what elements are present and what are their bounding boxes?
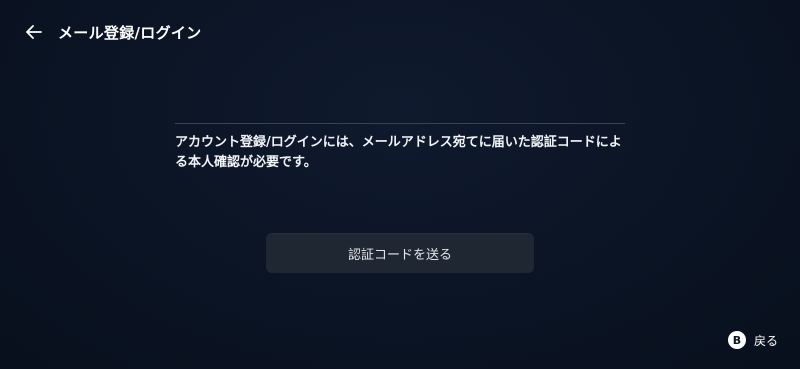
back-label: 戻る [753, 333, 778, 348]
divider [175, 123, 625, 124]
back-hint[interactable]: B 戻る [727, 331, 778, 349]
send-code-button[interactable]: 認証コードを送る [266, 233, 534, 273]
instruction-text: アカウント登録/ログインには、メールアドレス宛てに届いた認証コードによる本人確認… [175, 135, 622, 170]
back-button[interactable] [24, 22, 44, 42]
page-title: メール登録/ログイン [58, 23, 202, 42]
b-button-icon: B [727, 331, 746, 349]
arrow-left-icon [26, 25, 42, 39]
header: メール登録/ログイン [24, 18, 201, 46]
